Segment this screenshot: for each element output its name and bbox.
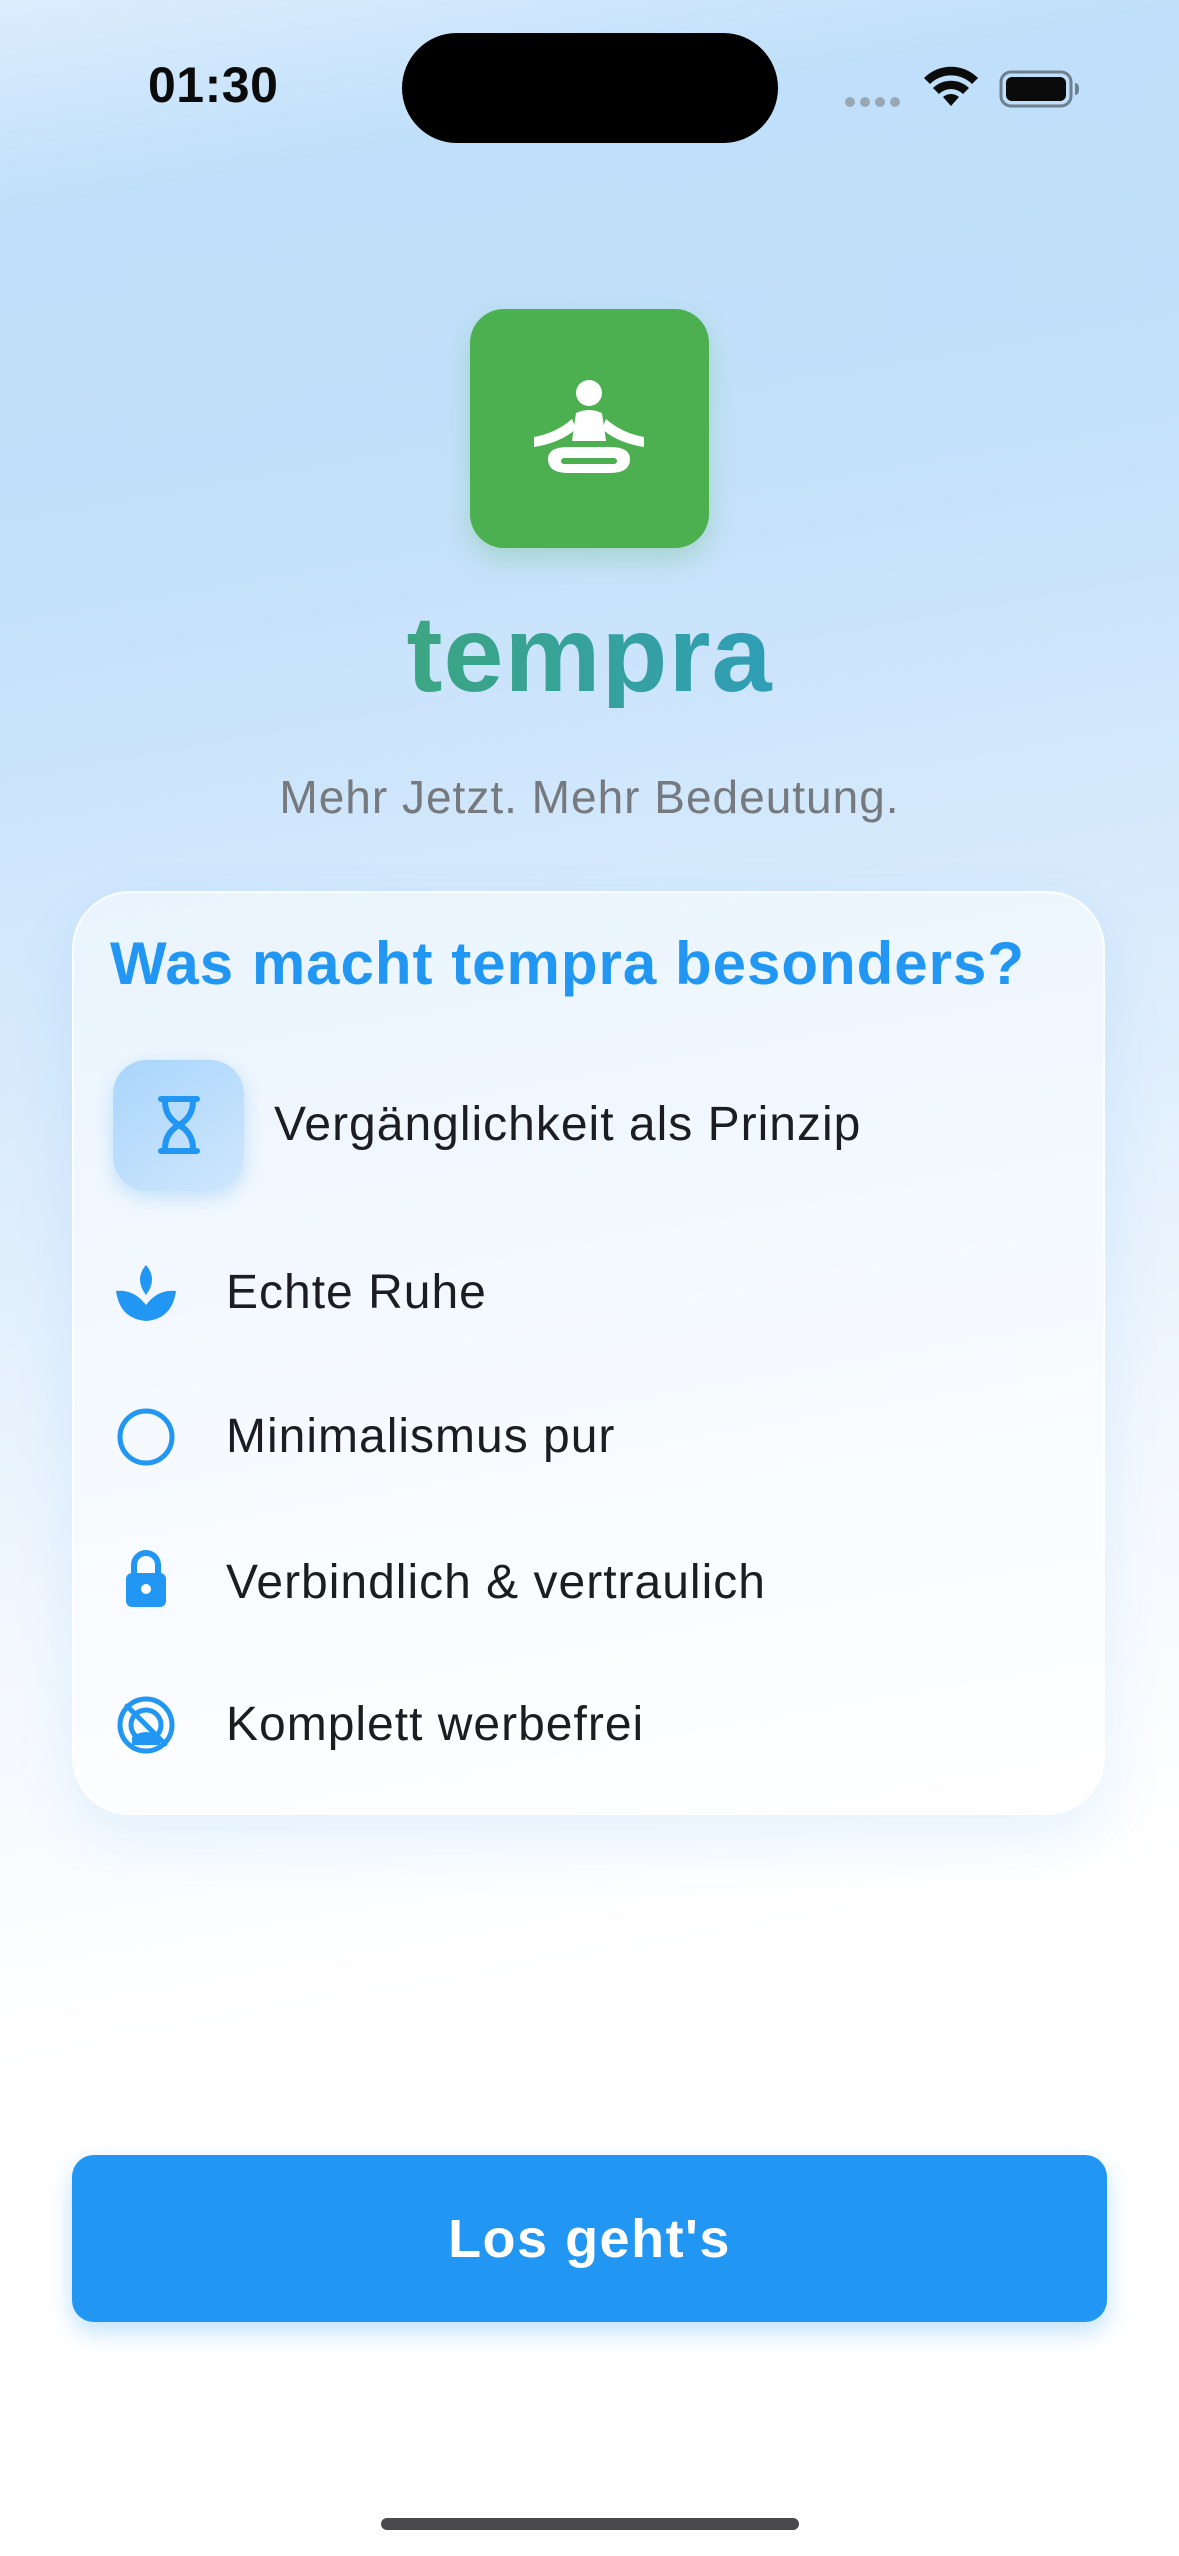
feature-item-calm: Echte Ruhe [74, 1243, 1107, 1343]
hourglass-icon [158, 1096, 200, 1154]
wifi-icon [924, 66, 978, 106]
battery-icon [999, 70, 1079, 108]
circle-outline-icon [117, 1408, 175, 1466]
status-bar-time: 01:30 [148, 57, 279, 113]
home-indicator[interactable] [381, 2518, 799, 2530]
status-bar-indicators [845, 66, 1085, 108]
card-title: Was macht tempra besonders? [110, 930, 1026, 997]
feature-item-privacy: Verbindlich & vertraulich [74, 1531, 1107, 1631]
dynamic-island [402, 33, 778, 143]
app-tagline: Mehr Jetzt. Mehr Bedeutung. [279, 771, 900, 823]
meditation-person-icon [534, 380, 644, 473]
feature-item-ad-free: Komplett werbefrei [74, 1675, 1107, 1775]
feature-label: Verbindlich & vertraulich [226, 1556, 766, 1609]
feature-label: Komplett werbefrei [226, 1698, 645, 1751]
feature-item-minimalism: Minimalismus pur [74, 1387, 1107, 1487]
feature-item-transience: Vergänglichkeit als Prinzip [74, 1075, 1107, 1175]
feature-label: Minimalismus pur [226, 1410, 616, 1463]
onboarding-screen: 01:30 tempra Mehr Jetzt. Mehr Bedeutung. [0, 0, 1179, 2556]
cellular-signal-icon [845, 94, 905, 112]
app-logo [470, 309, 709, 548]
get-started-button[interactable]: Los geht's [72, 2155, 1107, 2322]
feature-label: Echte Ruhe [226, 1266, 487, 1319]
lock-icon [126, 1550, 166, 1607]
feature-label: Vergänglichkeit als Prinzip [274, 1098, 862, 1151]
no-ads-icon [117, 1696, 175, 1754]
features-card: Was macht tempra besonders? Vergänglichk… [72, 891, 1105, 1815]
app-name: tempra [0, 600, 1179, 708]
spa-lotus-icon [116, 1265, 176, 1321]
